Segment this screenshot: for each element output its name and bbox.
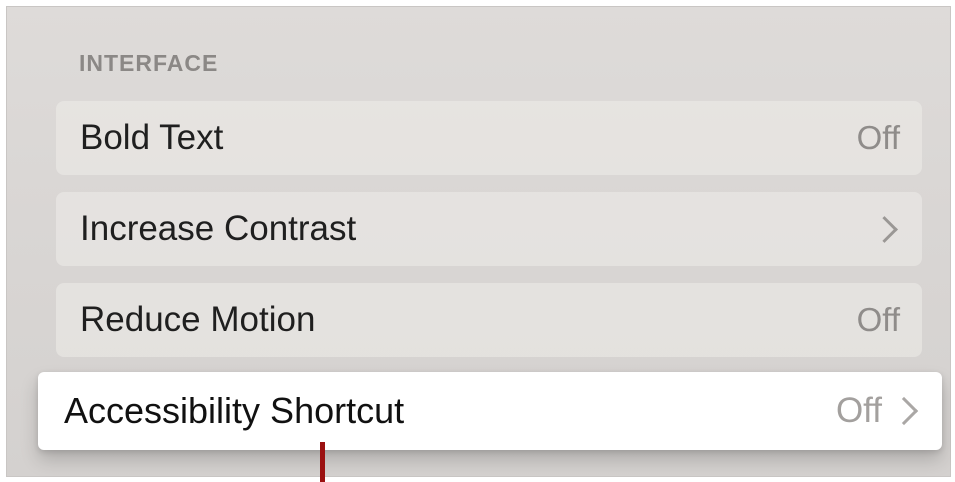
bold-text-row[interactable]: Bold Text Off: [56, 101, 922, 175]
accessibility-shortcut-row[interactable]: Accessibility Shortcut Off: [38, 372, 942, 450]
settings-screen: INTERFACE Bold Text Off Increase Contras…: [6, 6, 951, 477]
reduce-motion-value: Off: [857, 301, 900, 339]
increase-contrast-label: Increase Contrast: [80, 209, 357, 248]
increase-contrast-row[interactable]: Increase Contrast: [56, 192, 922, 266]
chevron-right-icon: [889, 396, 919, 426]
chevron-right-icon: [871, 215, 898, 243]
section-header-interface: INTERFACE: [79, 50, 219, 76]
reduce-motion-status: Off: [856, 301, 900, 338]
accessibility-shortcut-status: Off: [835, 391, 882, 430]
accessibility-shortcut-value: Off: [836, 391, 920, 431]
bold-text-value: Off: [857, 119, 900, 157]
bold-text-status: Off: [856, 119, 900, 156]
pointer-indicator: [320, 442, 325, 482]
accessibility-shortcut-label: Accessibility Shortcut: [64, 390, 405, 431]
increase-contrast-value: [871, 215, 900, 243]
reduce-motion-label: Reduce Motion: [80, 300, 316, 339]
bold-text-label: Bold Text: [80, 118, 224, 157]
reduce-motion-row[interactable]: Reduce Motion Off: [56, 283, 922, 357]
